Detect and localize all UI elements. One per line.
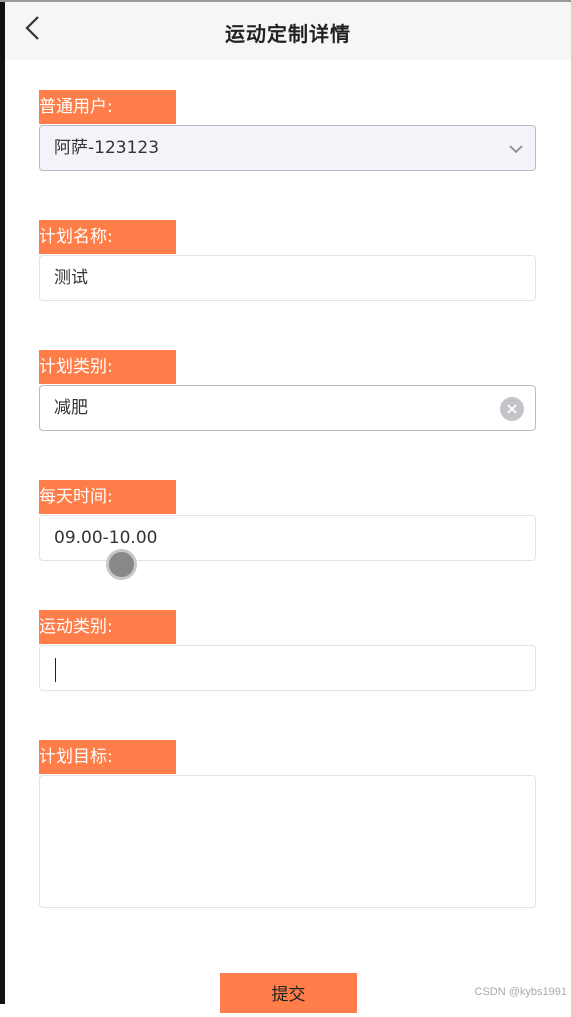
user-select[interactable]: 阿萨-123123 bbox=[39, 125, 536, 171]
sport-category-label: 运动类别: bbox=[39, 610, 176, 644]
touch-indicator bbox=[106, 549, 137, 580]
page-title: 运动定制详情 bbox=[225, 22, 351, 46]
close-icon bbox=[507, 404, 517, 414]
clear-button[interactable] bbox=[500, 397, 524, 421]
plan-name-input[interactable]: 测试 bbox=[39, 255, 536, 301]
plan-name-label: 计划名称: bbox=[39, 220, 176, 254]
watermark: CSDN @kybs1991 bbox=[474, 986, 567, 998]
user-select-value: 阿萨-123123 bbox=[54, 138, 160, 158]
plan-category-label: 计划类别: bbox=[39, 350, 176, 384]
daily-time-value: 09.00-10.00 bbox=[54, 528, 158, 548]
daily-time-label: 每天时间: bbox=[39, 480, 176, 514]
plan-category-value: 减肥 bbox=[54, 398, 88, 418]
plan-goal-textarea[interactable] bbox=[39, 775, 536, 908]
sport-category-input[interactable] bbox=[39, 645, 536, 691]
text-cursor bbox=[55, 658, 56, 682]
plan-category-input[interactable]: 减肥 bbox=[39, 385, 536, 431]
plan-name-value: 测试 bbox=[54, 268, 88, 288]
submit-button[interactable]: 提交 bbox=[220, 973, 357, 1013]
app-header: 运动定制详情 bbox=[5, 2, 571, 60]
user-label: 普通用户: bbox=[39, 90, 176, 124]
chevron-down-icon bbox=[509, 145, 523, 154]
plan-goal-label: 计划目标: bbox=[39, 740, 176, 774]
left-edge bbox=[0, 0, 5, 1004]
